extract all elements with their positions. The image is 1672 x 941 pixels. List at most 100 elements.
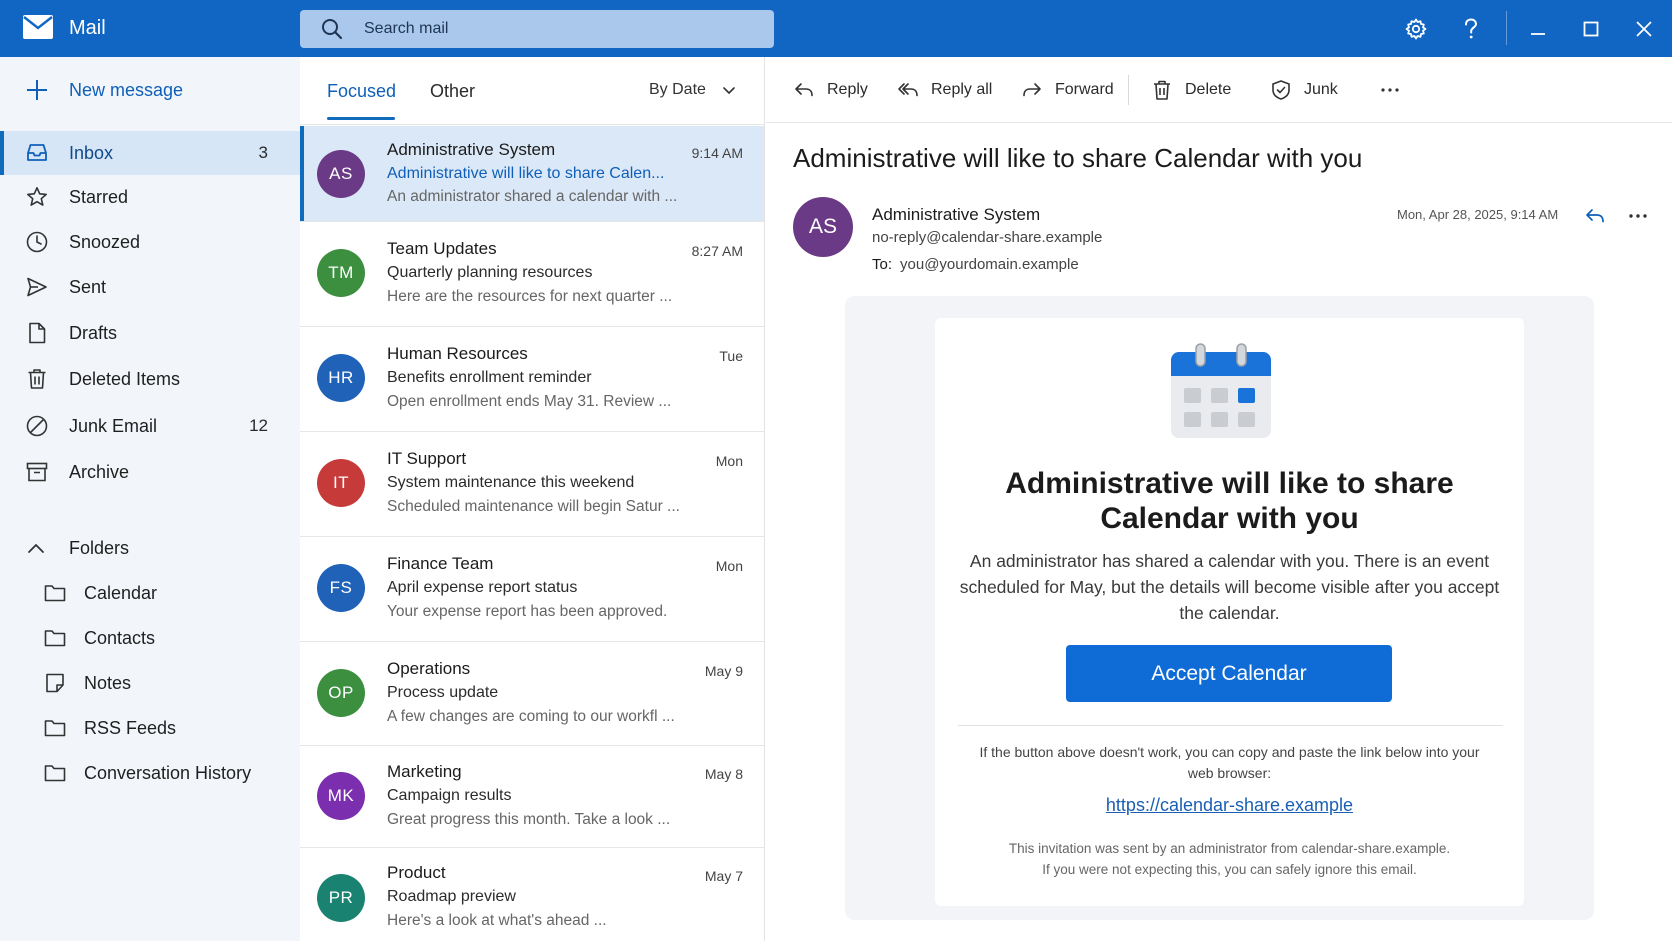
junk-icon: [26, 415, 48, 437]
delete-label: Delete: [1185, 81, 1232, 98]
reply-button[interactable]: Reply: [793, 78, 868, 102]
folder-item-calendar[interactable]: Calendar: [0, 572, 300, 614]
message-item[interactable]: IT IT Support Mon System maintenance thi…: [300, 432, 764, 537]
folder-icon: [44, 765, 66, 782]
draft-icon: [29, 322, 46, 344]
nav-item-archive[interactable]: Archive: [0, 450, 300, 494]
nav-item-deleted-items[interactable]: Deleted Items: [0, 357, 300, 401]
folder-item-conversation-history[interactable]: Conversation History: [0, 752, 300, 794]
tab-focused[interactable]: Focused: [327, 81, 396, 102]
search-box[interactable]: [300, 10, 774, 48]
folder-item-notes[interactable]: Notes: [0, 662, 300, 704]
card-divider: [958, 725, 1503, 726]
title-bar: Mail: [0, 0, 1672, 57]
unread-count: 3: [258, 143, 268, 162]
nav-item-junk-email[interactable]: Junk Email 12: [0, 404, 300, 448]
new-message-button[interactable]: New message: [20, 72, 183, 108]
message-subject: Benefits enrollment reminder: [387, 369, 592, 386]
more-icon[interactable]: [1626, 204, 1650, 228]
message-preview: Your expense report has been approved.: [387, 603, 668, 620]
avatar: OP: [317, 669, 365, 717]
folder-item-rss-feeds[interactable]: RSS Feeds: [0, 707, 300, 749]
more-actions-button[interactable]: [1379, 78, 1401, 102]
send-icon: [27, 277, 47, 297]
folder-label: Contacts: [84, 628, 156, 648]
maximize-icon: [1583, 21, 1599, 37]
reply-all-icon: [898, 83, 918, 97]
folder-label: Conversation History: [84, 763, 252, 783]
nav-label: Archive: [69, 461, 130, 482]
more-icon: [1381, 88, 1399, 92]
nav-item-inbox[interactable]: Inbox 3: [0, 131, 300, 175]
message-item[interactable]: PR Product May 7 Roadmap preview Here's …: [300, 848, 764, 941]
settings-button[interactable]: [1399, 12, 1433, 46]
calendar-share-link[interactable]: https://calendar-share.example: [955, 795, 1504, 816]
folder-label: Calendar: [84, 583, 158, 603]
note-icon: [46, 673, 64, 693]
sender-email: no-reply@calendar-share.example: [872, 229, 1103, 246]
reply-label: Reply: [827, 81, 868, 98]
message-subject: Roadmap preview: [387, 888, 516, 905]
star-icon: [27, 187, 47, 206]
archive-icon: [26, 462, 48, 482]
fallback-instructions: If the button above doesn't work, you ca…: [979, 744, 1480, 781]
reply-icon[interactable]: [1583, 204, 1607, 228]
trash-icon: [1154, 80, 1170, 100]
folder-item-contacts[interactable]: Contacts: [0, 617, 300, 659]
close-button[interactable]: [1627, 12, 1661, 46]
message-item[interactable]: HR Human Resources Tue Benefits enrollme…: [300, 327, 764, 432]
titlebar-divider: [1506, 11, 1507, 45]
minimize-button[interactable]: [1521, 12, 1555, 46]
avatar: AS: [317, 150, 365, 198]
footer-line-1: This invitation was sent by an administr…: [1008, 841, 1451, 856]
message-item[interactable]: MK Marketing May 8 Campaign results Grea…: [300, 746, 764, 848]
message-item[interactable]: OP Operations May 9 Process update A few…: [300, 642, 764, 746]
message-sender: Product: [387, 863, 446, 882]
nav-item-snoozed[interactable]: Snoozed: [0, 220, 300, 264]
sort-label: By Date: [649, 81, 706, 98]
search-input[interactable]: [364, 10, 754, 48]
nav-label: Junk Email: [69, 415, 158, 436]
reading-pane: Reply Reply all Forward Delete Junk Admi…: [766, 57, 1672, 941]
footer-note: This invitation was sent by an administr…: [965, 838, 1494, 880]
nav-item-starred[interactable]: Starred: [0, 175, 300, 219]
search-icon: [322, 19, 343, 40]
recipient-line: To: you@yourdomain.example: [872, 256, 1079, 273]
sort-dropdown[interactable]: By Date: [649, 81, 736, 99]
message-item[interactable]: TM Team Updates 8:27 AM Quarterly planni…: [300, 222, 764, 327]
nav-item-drafts[interactable]: Drafts: [0, 311, 300, 355]
forward-button[interactable]: Forward: [1021, 78, 1114, 102]
nav-label: Drafts: [69, 322, 118, 343]
nav-label: Inbox: [69, 142, 114, 163]
help-button[interactable]: [1454, 12, 1488, 46]
reply-all-button[interactable]: Reply all: [897, 78, 992, 102]
message-time: May 7: [704, 868, 743, 884]
maximize-button[interactable]: [1574, 12, 1608, 46]
reply-icon: [795, 83, 813, 97]
trash-icon: [28, 369, 46, 389]
tab-other[interactable]: Other: [430, 81, 475, 102]
message-subject: System maintenance this weekend: [387, 474, 635, 491]
message-time: Mon: [715, 453, 743, 469]
chevron-up-icon: [28, 544, 44, 553]
message-time: May 8: [704, 766, 743, 782]
recipient-address: you@yourdomain.example: [900, 256, 1079, 273]
nav-label: Snoozed: [69, 231, 141, 252]
message-item[interactable]: FS Finance Team Mon April expense report…: [300, 537, 764, 642]
close-icon: [1636, 21, 1652, 37]
message-time: Tue: [719, 348, 743, 364]
nav-item-sent[interactable]: Sent: [0, 265, 300, 309]
message-preview: Here's a look at what's ahead ...: [387, 912, 607, 929]
accept-calendar-button[interactable]: Accept Calendar: [1066, 645, 1392, 702]
junk-label: Junk: [1304, 81, 1338, 98]
junk-button[interactable]: Junk: [1270, 78, 1338, 102]
left-navigation: New message Inbox 3 Starred Snoozed Sent: [0, 57, 300, 941]
delete-button[interactable]: Delete: [1151, 78, 1231, 102]
message-preview: Scheduled maintenance will begin Satur .…: [387, 498, 680, 515]
to-label: To:: [872, 256, 893, 273]
folder-icon: [44, 630, 66, 647]
message-item[interactable]: AS Administrative System 9:14 AM Adminis…: [300, 126, 764, 222]
folders-toggle[interactable]: Folders: [0, 527, 300, 569]
folder-label: Notes: [84, 673, 132, 693]
avatar: MK: [317, 772, 365, 820]
